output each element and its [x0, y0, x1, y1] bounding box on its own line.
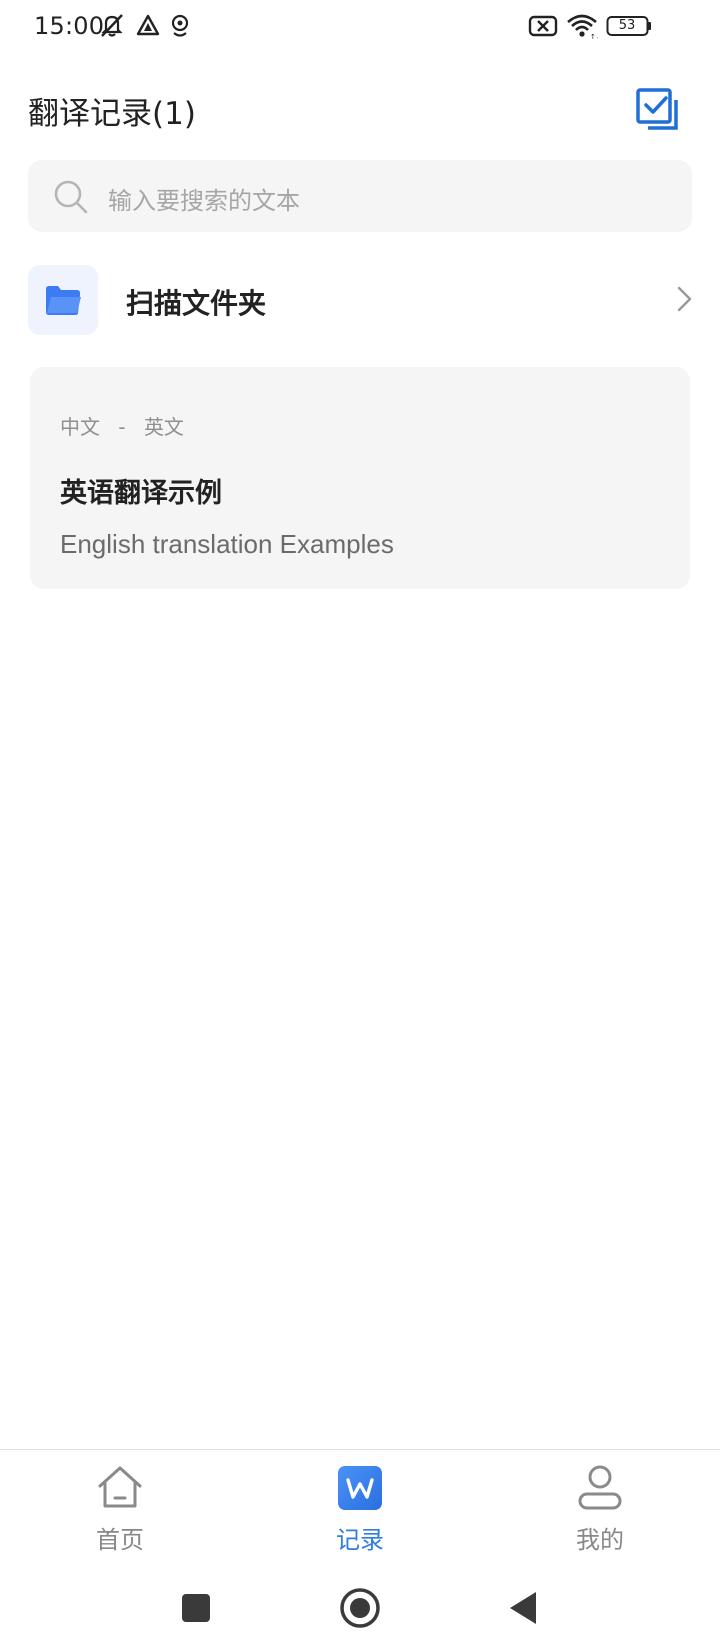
- record-source-text: 英语翻译示例: [60, 478, 222, 509]
- recents-icon[interactable]: [174, 1586, 218, 1630]
- home-circle-icon[interactable]: [338, 1586, 382, 1630]
- home-icon: [98, 1466, 142, 1508]
- nav-profile-label: 我的: [576, 1526, 624, 1554]
- location-icon: [171, 14, 189, 37]
- battery-icon: 53: [606, 12, 652, 40]
- language-separator: -: [118, 415, 126, 439]
- wifi-icon: ↑↓: [567, 14, 598, 40]
- back-icon[interactable]: [502, 1586, 546, 1630]
- system-nav-bar: [0, 1560, 720, 1650]
- nav-records[interactable]: 记录: [300, 1462, 420, 1554]
- source-language: 中文: [60, 415, 100, 439]
- status-bar: 15:00 ↑↓ 53: [0, 0, 720, 56]
- profile-icon: [578, 1465, 622, 1510]
- nav-profile[interactable]: 我的: [540, 1462, 660, 1554]
- record-w-icon: [338, 1466, 382, 1510]
- mute-icon: [101, 14, 123, 37]
- translation-record-card[interactable]: 中文 - 英文 英语翻译示例 English translation Examp…: [30, 367, 690, 589]
- search-icon: [54, 180, 88, 214]
- target-language: 英文: [143, 415, 184, 439]
- search-bar[interactable]: 输入要搜索的文本: [28, 160, 692, 232]
- folder-label: 扫描文件夹: [126, 287, 267, 320]
- chevron-right-icon: [677, 286, 692, 312]
- select-all-icon[interactable]: [636, 88, 680, 132]
- battery-level: 53: [618, 18, 636, 33]
- nav-home-label: 首页: [96, 1526, 144, 1554]
- folder-icon-box: [28, 265, 98, 335]
- folder-icon: [46, 286, 81, 315]
- bottom-nav: 首页 记录 我的: [0, 1449, 720, 1559]
- sim-off-icon: [528, 15, 558, 37]
- svg-text:↑↓: ↑↓: [590, 33, 598, 40]
- scan-folder-row[interactable]: 扫描文件夹: [0, 258, 720, 338]
- record-target-text: English translation Examples: [60, 529, 394, 559]
- nav-records-label: 记录: [336, 1526, 384, 1554]
- status-time: 15:00: [34, 12, 105, 40]
- nav-home[interactable]: 首页: [60, 1462, 180, 1554]
- record-language-pair: 中文 - 英文: [60, 411, 184, 440]
- navigation-icon: [136, 14, 160, 36]
- page-title: 翻译记录(1): [28, 96, 196, 132]
- search-input[interactable]: 输入要搜索的文本: [108, 181, 300, 216]
